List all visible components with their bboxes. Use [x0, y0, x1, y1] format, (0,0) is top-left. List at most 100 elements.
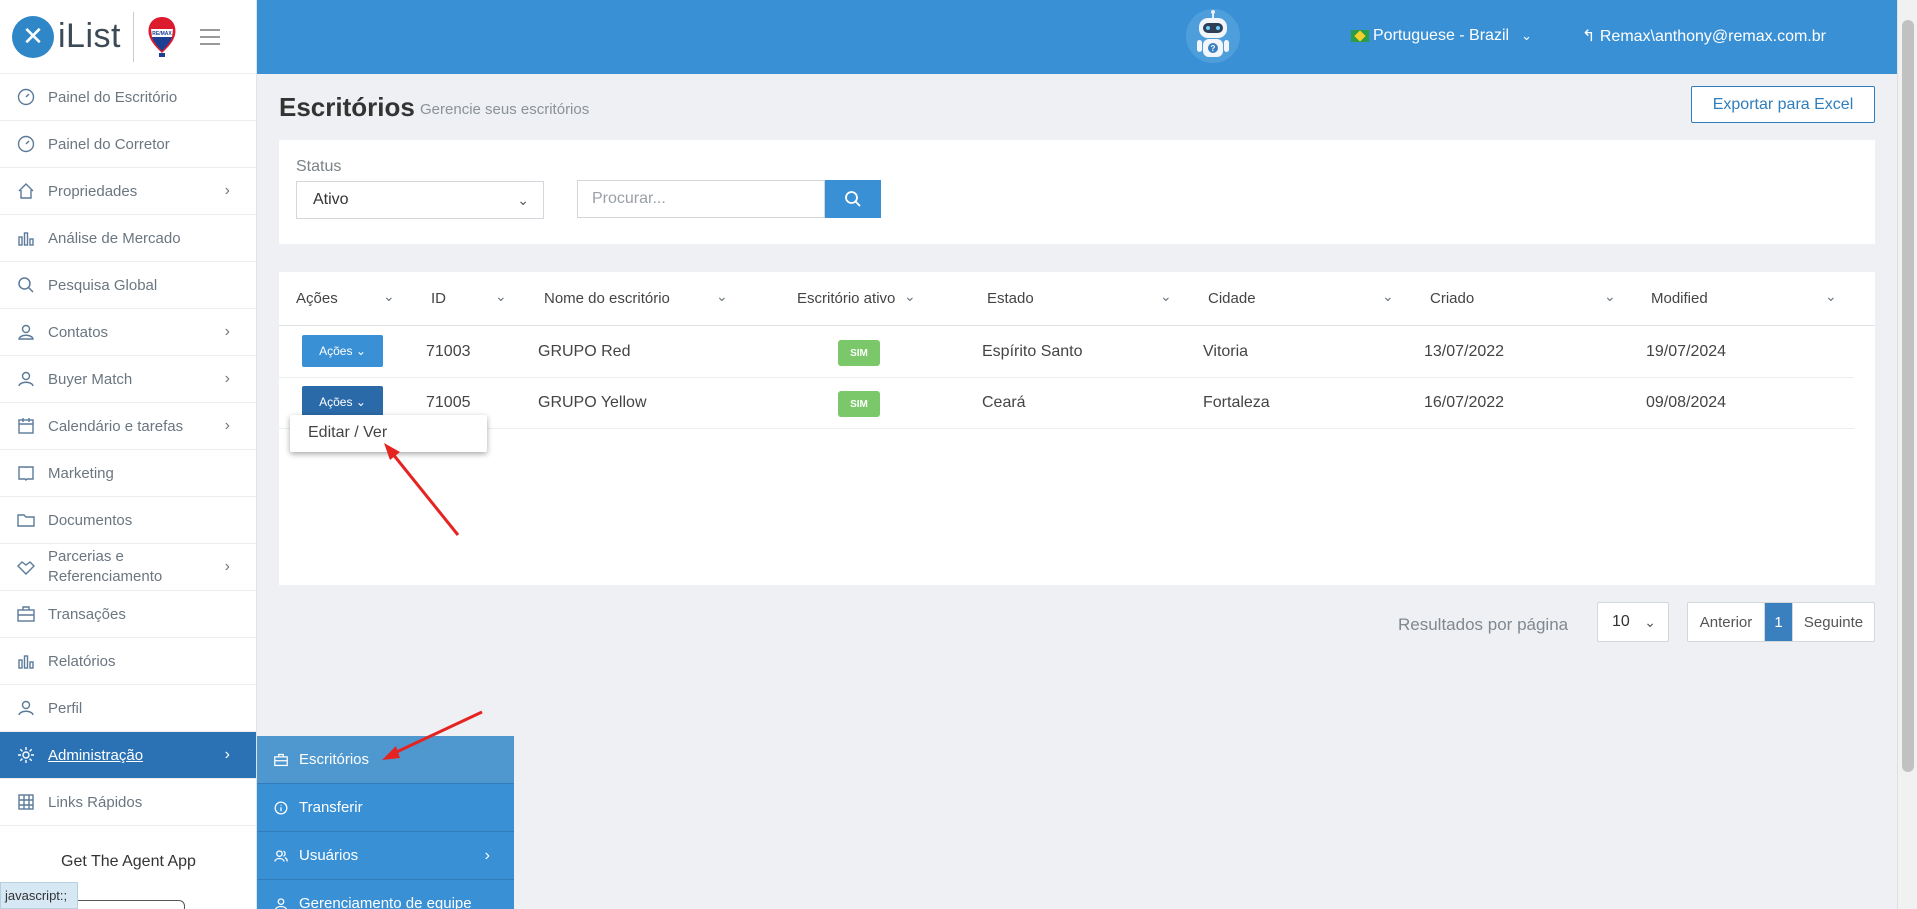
sidebar-item-transacoes[interactable]: Transações	[0, 591, 256, 638]
sidebar-item-administracao[interactable]: Administração ›	[0, 732, 256, 779]
chevron-down-icon: ⌄	[1644, 613, 1656, 630]
edit-view-menu-item[interactable]: Editar / Ver	[308, 424, 387, 442]
per-page-select[interactable]: 10 ⌄	[1597, 602, 1669, 642]
status-value: Ativo	[313, 191, 349, 208]
export-excel-button[interactable]: Exportar para Excel	[1691, 86, 1875, 123]
sidebar-item-label: Parcerias e Referenciamento	[48, 547, 162, 587]
page-scrollbar[interactable]	[1897, 0, 1917, 909]
active-badge: SIM	[838, 391, 880, 417]
chevron-down-icon[interactable]: ⌄	[495, 288, 507, 305]
column-header-ativo[interactable]: Escritório ativo	[797, 290, 895, 307]
sidebar-item-label: Propriedades	[48, 182, 138, 200]
results-per-page-label: Resultados por página	[1398, 615, 1569, 634]
sidebar-item-painel-escritorio[interactable]: Painel do Escritório	[0, 74, 256, 121]
chevron-right-icon: ›	[224, 182, 230, 199]
search-input[interactable]	[577, 180, 825, 218]
agent-app-button[interactable]	[70, 900, 185, 909]
previous-page-button[interactable]: Anterior	[1688, 603, 1765, 641]
chevron-right-icon: ›	[224, 417, 230, 434]
submenu-item-escritorios[interactable]: Escritórios	[257, 736, 514, 784]
chevron-down-icon[interactable]: ⌄	[383, 288, 395, 305]
scrollbar-thumb[interactable]	[1902, 20, 1914, 772]
column-header-id[interactable]: ID	[431, 290, 446, 307]
submenu-item-label: Gerenciamento de equipe	[299, 895, 472, 909]
get-agent-app-label: Get The Agent App	[61, 853, 196, 870]
sidebar-item-calendario[interactable]: Calendário e tarefas ›	[0, 403, 256, 450]
next-page-button[interactable]: Seguinte	[1792, 603, 1874, 641]
sidebar-item-label-line2: Referenciamento	[48, 568, 163, 585]
handshake-icon	[16, 557, 36, 577]
chevron-down-icon[interactable]: ⌄	[904, 288, 916, 305]
page-title: Escritórios	[279, 92, 415, 122]
table-row: Ações ⌄ 71003 GRUPO Red SIM Espírito San…	[279, 327, 1854, 378]
column-header-nome[interactable]: Nome do escritório	[544, 290, 670, 307]
chevron-right-icon: ›	[224, 746, 230, 763]
search-icon	[16, 275, 36, 295]
column-header-acoes[interactable]: Ações	[296, 290, 338, 307]
svg-text:RE/MAX: RE/MAX	[152, 31, 172, 37]
per-page-value: 10	[1612, 613, 1630, 630]
sidebar-item-links-rapidos[interactable]: Links Rápidos	[0, 779, 256, 826]
cell-city: Fortaleza	[1203, 394, 1270, 411]
actions-dropdown: Editar / Ver	[290, 415, 487, 452]
cell-modified: 19/07/2024	[1646, 343, 1727, 360]
chevron-down-icon: ⌄	[1521, 28, 1532, 43]
cell-id: 71003	[426, 343, 471, 360]
sidebar-item-painel-corretor[interactable]: Painel do Corretor	[0, 121, 256, 168]
sidebar-item-pesquisa-global[interactable]: Pesquisa Global	[0, 262, 256, 309]
home-icon	[16, 181, 36, 201]
actions-button[interactable]: Ações ⌄	[302, 386, 383, 418]
chevron-down-icon[interactable]: ⌄	[716, 288, 728, 305]
browser-status-bar: javascript:;	[0, 882, 79, 909]
submenu-item-gerenciamento-equipe[interactable]: Gerenciamento de equipe	[257, 880, 514, 909]
bar-chart-icon	[16, 228, 36, 248]
sidebar: ✕ iList RE/MAX Painel do Escritório Pain…	[0, 0, 257, 909]
actions-button[interactable]: Ações ⌄	[302, 335, 383, 367]
sidebar-item-contatos[interactable]: Contatos ›	[0, 309, 256, 356]
chevron-down-icon[interactable]: ⌄	[1160, 288, 1172, 305]
sidebar-item-perfil[interactable]: Perfil	[0, 685, 256, 732]
chevron-right-icon: ›	[224, 323, 230, 340]
sidebar-item-label: Marketing	[48, 464, 114, 482]
sidebar-item-label: Relatórios	[48, 652, 116, 670]
chevron-down-icon[interactable]: ⌄	[1382, 288, 1394, 305]
table-row: Ações ⌄ 71005 GRUPO Yellow SIM Ceará For…	[279, 378, 1854, 429]
search-button[interactable]	[825, 180, 881, 218]
calendar-icon	[16, 416, 36, 436]
robot-assistant-icon[interactable]: ?	[1185, 8, 1241, 64]
ilist-logo-icon[interactable]: ✕	[12, 15, 54, 58]
hamburger-menu-icon[interactable]	[199, 28, 220, 45]
cell-state: Ceará	[982, 394, 1026, 411]
active-badge: SIM	[838, 340, 880, 366]
column-header-modified[interactable]: Modified	[1651, 290, 1708, 307]
sidebar-item-relatorios[interactable]: Relatórios	[0, 638, 256, 685]
briefcase-icon	[16, 604, 36, 624]
sidebar-item-marketing[interactable]: Marketing	[0, 450, 256, 497]
book-icon	[16, 463, 36, 483]
user-label: Remax\anthony@remax.com.br	[1599, 28, 1826, 45]
chevron-down-icon[interactable]: ⌄	[1604, 288, 1616, 305]
column-header-criado[interactable]: Criado	[1430, 290, 1474, 307]
offices-table: Ações ⌄ ID ⌄ Nome do escritório ⌄ Escrit…	[279, 272, 1875, 585]
sidebar-item-parcerias[interactable]: Parcerias e Referenciamento ›	[0, 544, 256, 591]
sidebar-item-documentos[interactable]: Documentos	[0, 497, 256, 544]
folder-icon	[16, 510, 36, 530]
sidebar-item-analise-mercado[interactable]: Análise de Mercado	[0, 215, 256, 262]
chevron-down-icon[interactable]: ⌄	[1825, 288, 1837, 305]
gauge-icon	[16, 87, 36, 107]
sidebar-item-propriedades[interactable]: Propriedades ›	[0, 168, 256, 215]
logo-text[interactable]: iList	[58, 17, 121, 56]
submenu-item-transferir[interactable]: Transferir	[257, 784, 514, 832]
current-page-button[interactable]: 1	[1765, 603, 1792, 641]
pagination: Anterior 1 Seguinte	[1687, 602, 1875, 642]
language-selector[interactable]: Portuguese - Brazil ⌄	[1351, 27, 1532, 45]
user-icon	[16, 698, 36, 718]
column-header-estado[interactable]: Estado	[987, 290, 1034, 307]
sidebar-item-buyer-match[interactable]: Buyer Match ›	[0, 356, 256, 403]
submenu-item-usuarios[interactable]: Usuários ›	[257, 832, 514, 880]
contacts-icon	[16, 322, 36, 342]
column-header-cidade[interactable]: Cidade	[1208, 290, 1256, 307]
user-account[interactable]: ↰ Remax\anthony@remax.com.br	[1582, 26, 1826, 46]
status-select[interactable]: Ativo ⌄	[296, 181, 544, 219]
sidebar-item-label: Transações	[48, 605, 126, 623]
